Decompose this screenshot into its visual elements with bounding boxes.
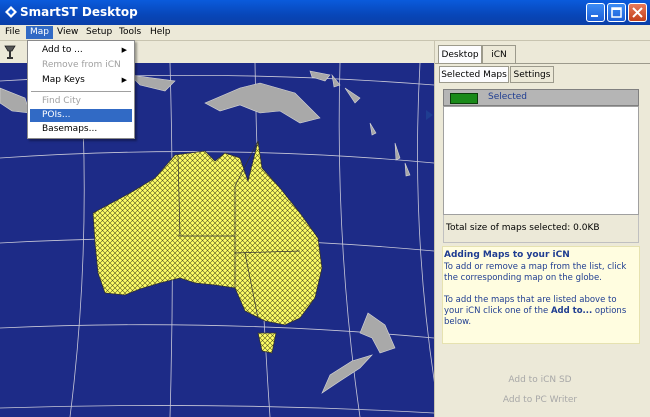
menu-view[interactable]: View <box>53 26 82 39</box>
menu-bar: File Map View Setup Tools Help <box>0 25 650 41</box>
minimize-button[interactable] <box>586 3 605 22</box>
menu-item-pois[interactable]: POIs... <box>30 109 132 122</box>
map-menu-dropdown: Add to ... ▶ Remove from iCN Map Keys ▶ … <box>27 40 135 139</box>
menu-item-find-city[interactable]: Find City <box>30 95 132 108</box>
tab-settings[interactable]: Settings <box>510 66 554 83</box>
submenu-arrow-icon: ▶ <box>121 46 127 54</box>
menu-separator <box>31 91 131 92</box>
menu-help[interactable]: Help <box>146 26 175 39</box>
menu-setup[interactable]: Setup <box>82 26 116 39</box>
maximize-button[interactable] <box>607 3 626 22</box>
selected-label: Selected <box>488 92 528 102</box>
total-size-text: Total size of maps selected: 0.0KB <box>446 223 600 233</box>
tab-icn[interactable]: iCN <box>482 45 516 63</box>
selected-maps-header: Selected <box>443 89 639 106</box>
maximize-icon <box>611 7 622 18</box>
menu-item-basemaps[interactable]: Basemaps... <box>30 123 132 136</box>
selected-color-swatch <box>450 93 478 104</box>
help-text-2: To add the maps that are listed above to… <box>444 295 638 328</box>
menu-file[interactable]: File <box>1 26 24 39</box>
tab-divider <box>435 63 650 64</box>
help-text-2-bold: Add to... <box>550 306 593 316</box>
menu-map[interactable]: Map <box>26 26 53 39</box>
tab-desktop[interactable]: Desktop <box>438 45 482 63</box>
selected-maps-list[interactable] <box>443 106 639 215</box>
menu-tools[interactable]: Tools <box>115 26 145 39</box>
help-box: Adding Maps to your iCN To add or remove… <box>442 246 640 344</box>
submenu-arrow-icon: ▶ <box>121 76 127 84</box>
menu-item-add-to-label: Add to ... <box>42 45 83 55</box>
help-title: Adding Maps to your iCN <box>444 250 570 260</box>
menu-item-remove-from-icn[interactable]: Remove from iCN <box>30 59 132 72</box>
close-icon <box>632 7 643 18</box>
help-text-1: To add or remove a map from the list, cl… <box>444 262 627 283</box>
close-button[interactable] <box>628 3 647 22</box>
minimize-icon <box>591 15 598 17</box>
menu-item-add-to[interactable]: Add to ... ▶ <box>30 44 132 57</box>
add-to-icn-sd-button[interactable]: Add to iCN SD <box>475 375 605 385</box>
window-title: SmartST Desktop <box>20 5 138 19</box>
menu-item-map-keys-label: Map Keys <box>42 75 85 85</box>
side-panel: Desktop iCN Selected Maps Settings Selec… <box>434 41 650 417</box>
lamp-icon[interactable] <box>4 45 16 59</box>
menu-item-map-keys[interactable]: Map Keys ▶ <box>30 74 132 87</box>
title-bar: SmartST Desktop <box>0 0 650 25</box>
tab-selected-maps[interactable]: Selected Maps <box>439 66 509 83</box>
app-diamond-icon <box>5 6 17 18</box>
pane-arrow-icon <box>426 110 433 120</box>
selected-total-bar: Total size of maps selected: 0.0KB <box>443 215 639 243</box>
add-to-pc-writer-button[interactable]: Add to PC Writer <box>475 395 605 405</box>
